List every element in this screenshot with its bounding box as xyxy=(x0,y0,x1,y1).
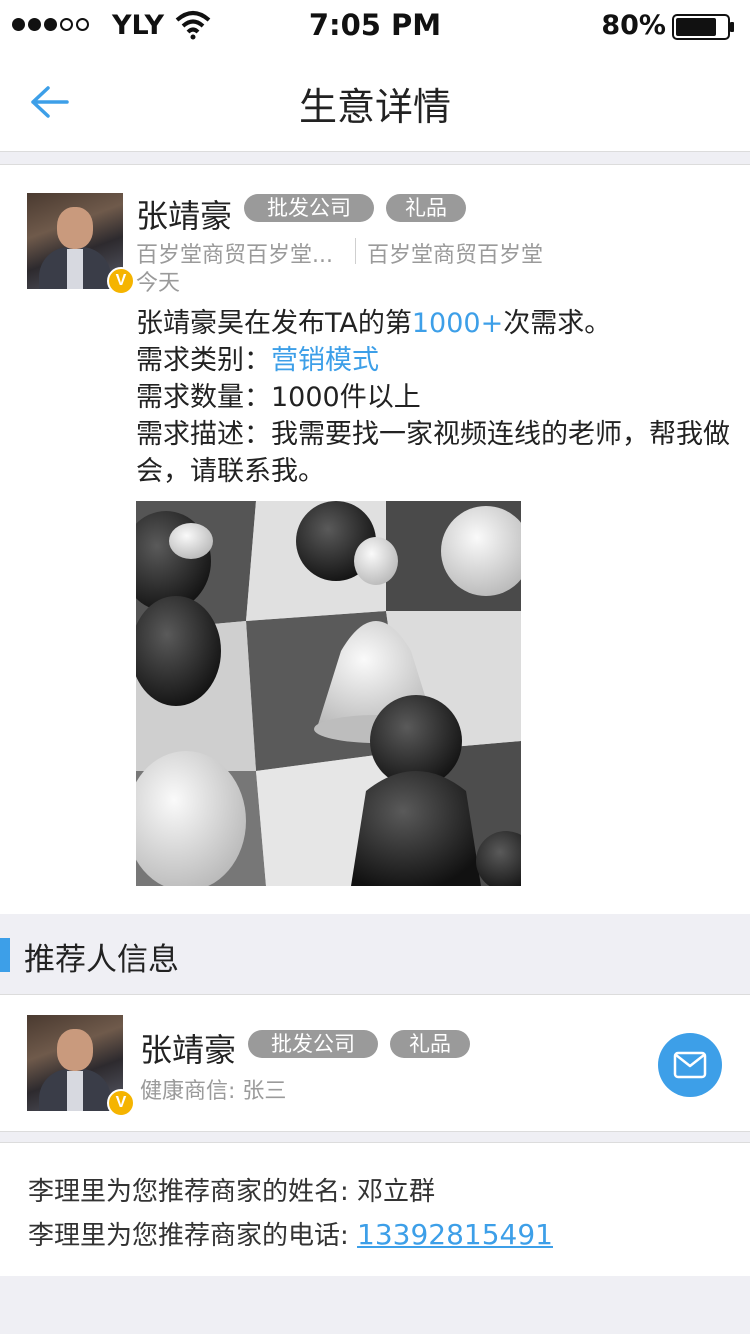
section-accent-bar xyxy=(0,938,10,972)
category-label: 需求类别： xyxy=(136,345,271,376)
tag-gift: 礼品 xyxy=(390,1030,470,1058)
post-body: 张靖豪昊在发布TA的第1000+次需求。 需求类别：营销模式 需求数量：1000… xyxy=(136,305,736,490)
count-suffix: 次需求。 xyxy=(503,308,612,339)
nav-bar: 生意详情 xyxy=(0,52,750,152)
battery-icon xyxy=(672,14,734,40)
tag-gift: 礼品 xyxy=(386,194,466,222)
recommender-row: V 张靖豪 批发公司 礼品 健康商信: 张三 xyxy=(0,994,750,1132)
recommender-avatar[interactable]: V xyxy=(27,1015,135,1117)
description-label: 需求描述： xyxy=(136,419,271,450)
post-count: 1000+ xyxy=(411,308,504,339)
merchant-name-label: 李理里为您推荐商家的姓名: xyxy=(28,1177,349,1207)
message-button[interactable] xyxy=(658,1033,722,1097)
tag-wholesale: 批发公司 xyxy=(244,194,374,222)
merchant-name-value: 邓立群 xyxy=(357,1177,436,1207)
quantity-label: 需求数量： xyxy=(136,382,271,413)
recommended-merchant-info: 李理里为您推荐商家的姓名: 邓立群 李理里为您推荐商家的电话: 13392815… xyxy=(0,1142,750,1276)
page-title: 生意详情 xyxy=(298,85,451,129)
status-bar: YLY 7:05 PM 80% xyxy=(0,0,750,52)
avatar[interactable]: V xyxy=(27,193,135,295)
merchant-phone-line: 李理里为您推荐商家的电话: 13392815491 xyxy=(28,1215,553,1252)
credit-value: 张三 xyxy=(242,1079,287,1104)
author-name[interactable]: 张靖豪 xyxy=(136,191,232,237)
quantity-value: 1000件以上 xyxy=(271,382,421,413)
section-header: 推荐人信息 xyxy=(0,914,750,994)
battery-percent: 80% xyxy=(601,10,666,41)
category-line: 需求类别：营销模式 xyxy=(136,342,736,379)
section-title: 推荐人信息 xyxy=(24,942,179,978)
company-name-full: 百岁堂商贸百岁堂 xyxy=(367,243,544,268)
merchant-phone-label: 李理里为您推荐商家的电话: xyxy=(28,1221,349,1251)
recommender-name[interactable]: 张靖豪 xyxy=(140,1025,236,1071)
mail-icon xyxy=(673,1051,707,1079)
divider xyxy=(355,238,356,264)
tag-wholesale: 批发公司 xyxy=(248,1030,378,1058)
quantity-line: 需求数量：1000件以上 xyxy=(136,379,736,416)
post-card: V 张靖豪 批发公司 礼品 百岁堂商贸百岁堂... 百岁堂商贸百岁堂 今天 张靖… xyxy=(0,164,750,914)
description-line: 需求描述：我需要找一家视频连线的老师，帮我做会，请联系我。 xyxy=(136,416,736,490)
credit-label: 健康商信: xyxy=(140,1079,236,1104)
post-count-line: 张靖豪昊在发布TA的第1000+次需求。 xyxy=(136,305,736,342)
verified-badge-icon: V xyxy=(107,267,135,295)
credit-info: 健康商信: 张三 xyxy=(140,1073,286,1105)
post-date: 今天 xyxy=(136,271,181,296)
category-link[interactable]: 营销模式 xyxy=(271,345,379,376)
merchant-name-line: 李理里为您推荐商家的姓名: 邓立群 xyxy=(28,1171,435,1208)
post-image[interactable] xyxy=(136,501,521,886)
verified-badge-icon: V xyxy=(107,1089,135,1117)
count-prefix: 张靖豪昊在发布TA的第 xyxy=(136,308,412,339)
merchant-phone-link[interactable]: 13392815491 xyxy=(357,1218,553,1251)
